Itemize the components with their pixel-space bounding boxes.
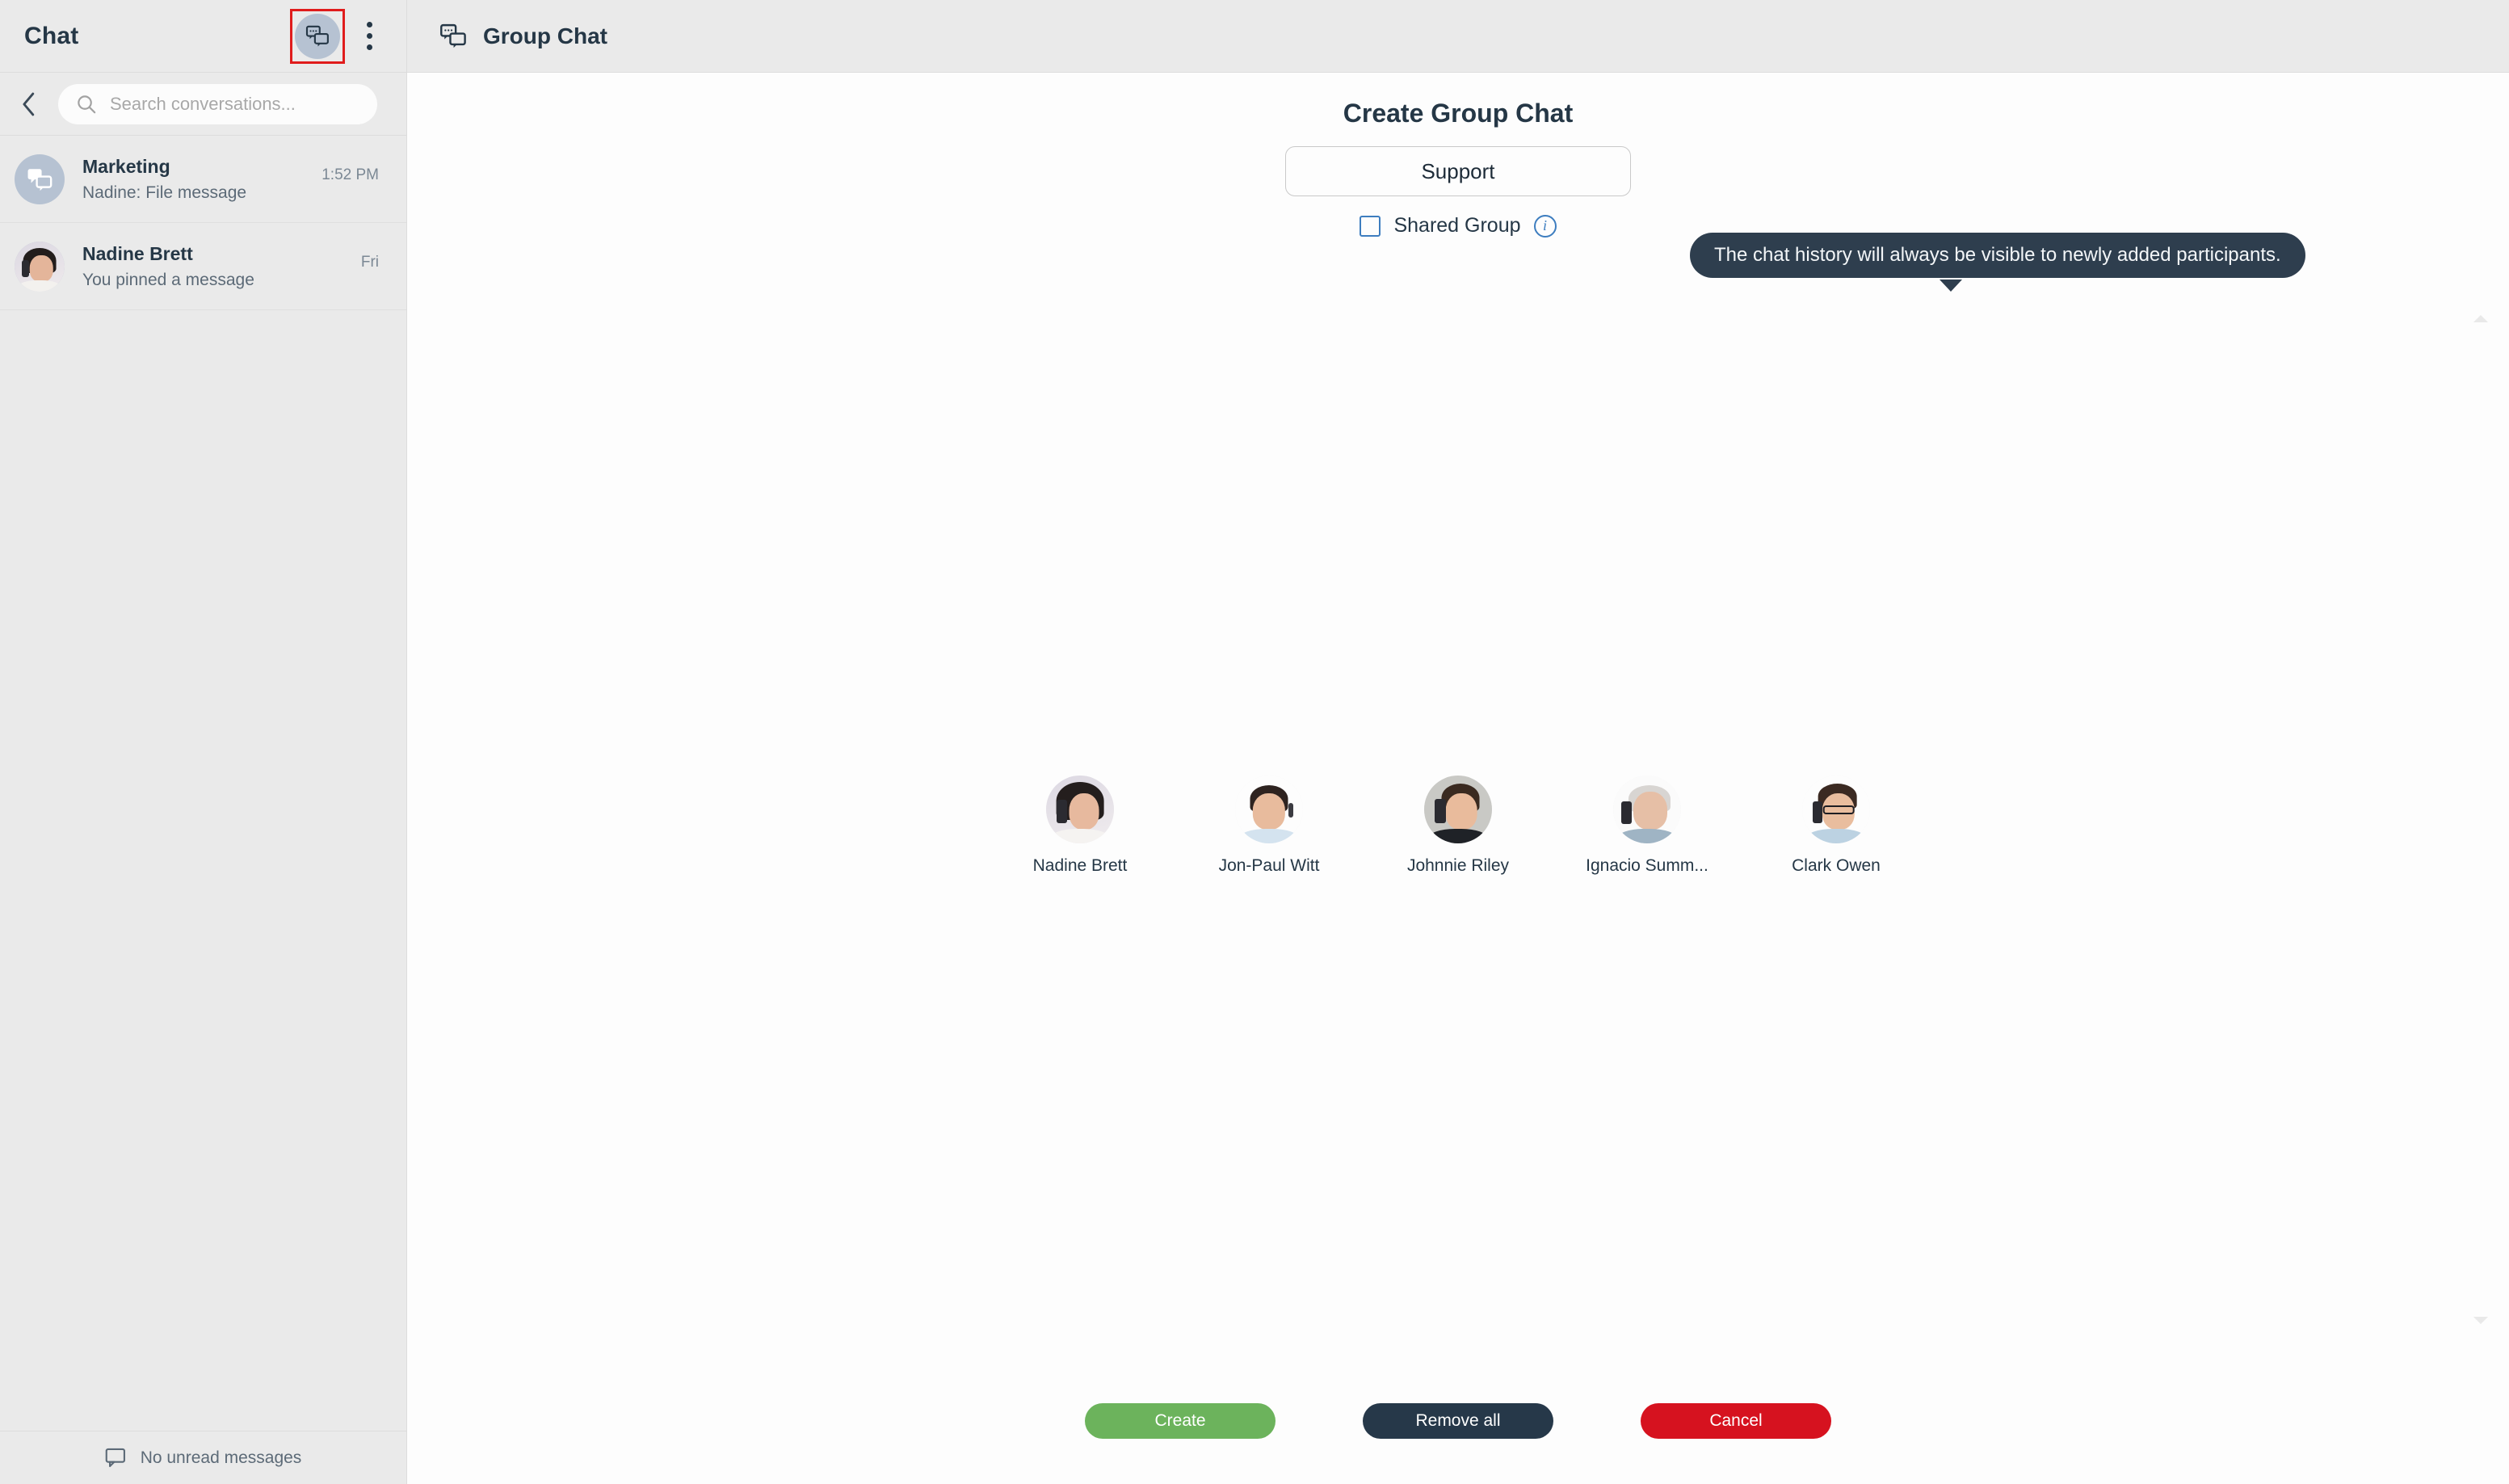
conversation-name: Nadine Brett	[82, 242, 193, 264]
shared-group-checkbox[interactable]	[1360, 215, 1381, 237]
participant-item[interactable]: Jon-Paul Witt	[1204, 776, 1334, 876]
avatar	[1235, 776, 1303, 843]
kebab-dot	[366, 22, 372, 27]
new-group-chat-highlight	[290, 8, 345, 64]
conversation-list: Marketing Nadine: File message 1:52 PM N…	[0, 136, 406, 1431]
main-panel: Group Chat Create Group Chat Shared Grou…	[407, 0, 2509, 1484]
participant-item[interactable]: Ignacio Summ...	[1582, 776, 1712, 876]
participant-name: Johnnie Riley	[1406, 856, 1510, 875]
cancel-button[interactable]: Cancel	[1641, 1403, 1831, 1439]
conversation-timestamp: Fri	[360, 254, 379, 271]
remove-all-button[interactable]: Remove all	[1363, 1403, 1553, 1439]
action-buttons: Create Remove all Cancel	[407, 1403, 2509, 1439]
conversation-avatar-group	[15, 153, 65, 204]
search-input[interactable]	[110, 93, 359, 115]
scroll-down-arrow-icon[interactable]	[2473, 1317, 2488, 1324]
avatar	[1802, 776, 1870, 843]
conversations-sidebar: Chat Search conversations... Marketing N…	[0, 0, 407, 1484]
conversation-timestamp: 1:52 PM	[322, 166, 379, 183]
conversation-snippet: You pinned a message	[82, 270, 254, 289]
conversation-text: Nadine Brett You pinned a message	[82, 243, 361, 290]
shared-group-label: Shared Group	[1393, 214, 1521, 237]
back-button[interactable]	[11, 86, 47, 122]
sidebar-footer: No unread messages	[0, 1431, 406, 1484]
conversation-avatar-photo	[15, 241, 65, 292]
new-group-chat-button[interactable]	[295, 13, 340, 59]
scroll-up-arrow-icon[interactable]	[2473, 315, 2488, 322]
participant-name: Jon-Paul Witt	[1218, 856, 1320, 875]
search-box[interactable]	[58, 83, 377, 124]
info-circle-icon[interactable]: i	[1533, 214, 1557, 238]
avatar-photo	[15, 241, 65, 292]
sidebar-search-row	[0, 73, 406, 136]
unread-status-text: No unread messages	[140, 1448, 302, 1467]
participant-item[interactable]: Nadine Brett	[1015, 776, 1145, 876]
tooltip-arrow	[1940, 280, 1962, 292]
create-button[interactable]: Create	[1085, 1403, 1276, 1439]
create-group-chat-panel: Create Group Chat Shared Group i The cha…	[407, 73, 2509, 1484]
group-chat-icon	[305, 25, 329, 46]
chevron-left-icon	[23, 92, 35, 116]
participants-list: Nadine Brett Jon-Paul Witt Johnnie Riley…	[407, 776, 2509, 876]
page-title: Chat	[24, 22, 79, 49]
group-chat-icon	[440, 23, 466, 48]
avatar	[1046, 776, 1114, 843]
participant-item[interactable]: Clark Owen	[1771, 776, 1901, 876]
conversation-name: Marketing	[82, 155, 170, 177]
sidebar-header-actions	[290, 8, 385, 64]
conversation-item-marketing[interactable]: Marketing Nadine: File message 1:52 PM	[0, 136, 406, 223]
form-title: Create Group Chat	[1343, 99, 1574, 128]
main-header-title: Group Chat	[483, 23, 607, 48]
participant-name: Ignacio Summ...	[1586, 856, 1708, 875]
participant-name: Clark Owen	[1792, 856, 1881, 875]
main-header: Group Chat	[407, 0, 2509, 73]
message-bubble-icon	[105, 1448, 125, 1467]
avatar	[1424, 776, 1492, 843]
sidebar-more-options-button[interactable]	[353, 14, 385, 59]
avatar	[1613, 776, 1681, 843]
participant-item[interactable]: Johnnie Riley	[1393, 776, 1523, 876]
conversation-snippet: Nadine: File message	[82, 183, 247, 202]
chat-application: Chat Search conversations... Marketing N…	[0, 0, 2509, 1484]
conversation-text: Marketing Nadine: File message	[82, 156, 322, 203]
conversation-item-nadine-brett[interactable]: Nadine Brett You pinned a message Fri	[0, 223, 406, 310]
sidebar-header: Chat	[0, 0, 406, 73]
group-name-input[interactable]	[1285, 146, 1631, 196]
kebab-dot	[366, 33, 372, 39]
kebab-dot	[366, 44, 372, 50]
participant-name: Nadine Brett	[1032, 856, 1128, 875]
search-icon	[78, 95, 96, 113]
shared-group-tooltip: The chat history will always be visible …	[1690, 233, 2305, 278]
group-name-field-wrap	[1285, 146, 1631, 196]
group-chat-icon	[27, 168, 53, 191]
